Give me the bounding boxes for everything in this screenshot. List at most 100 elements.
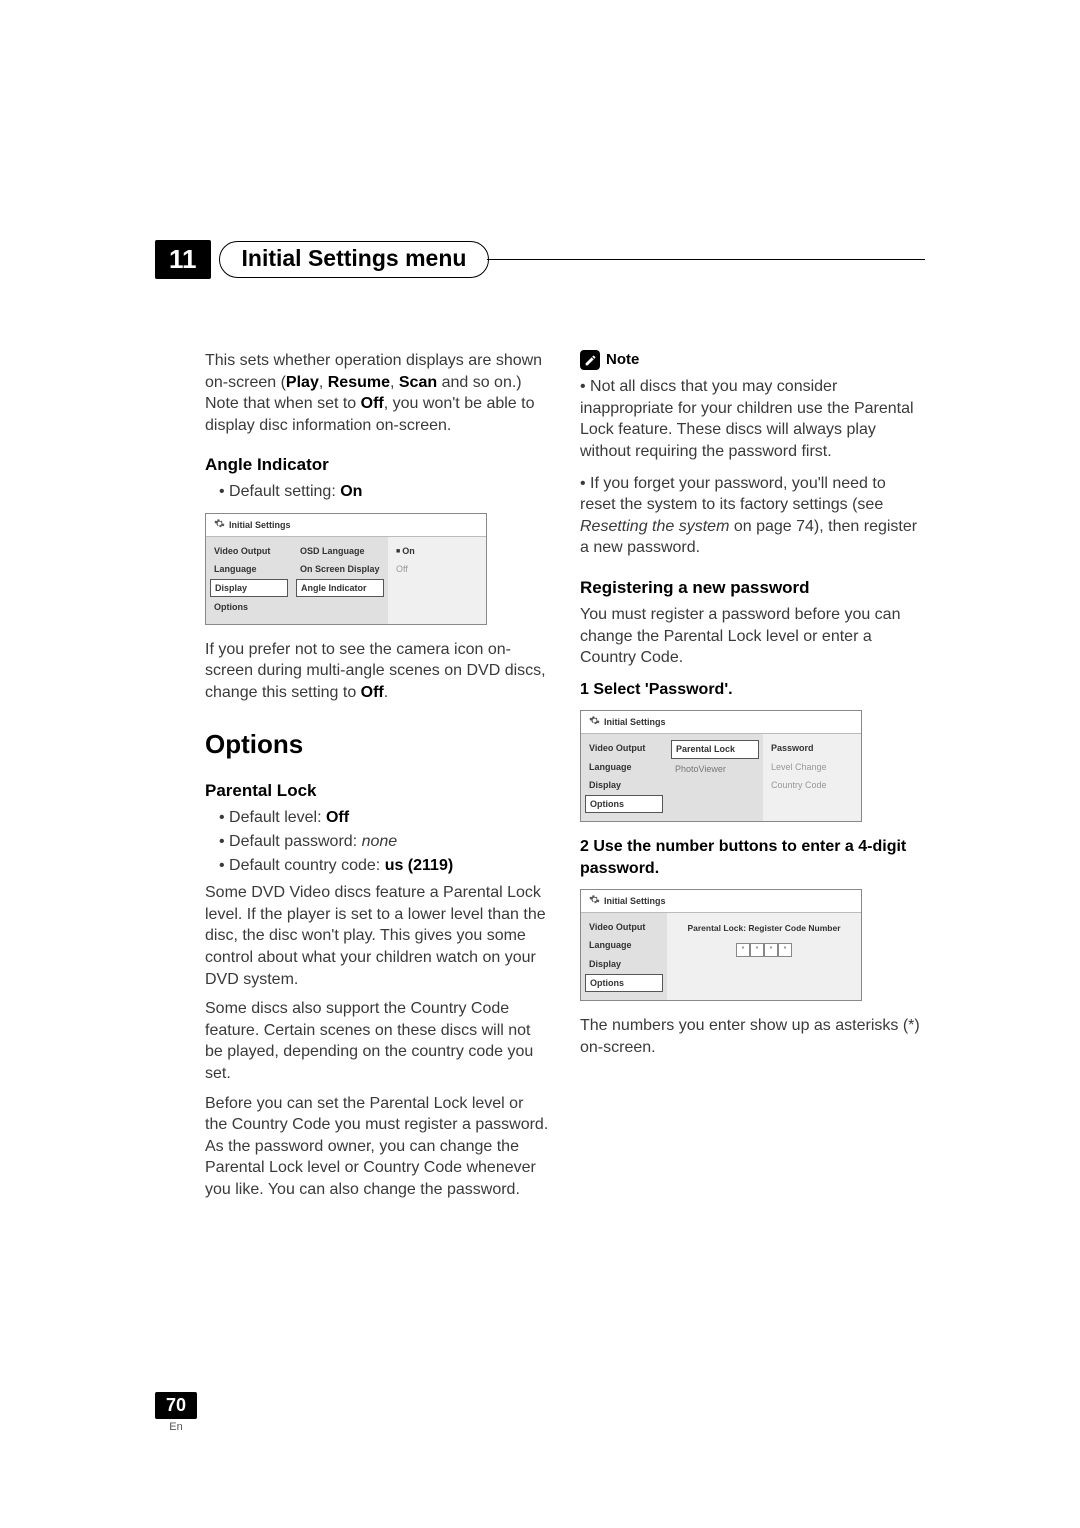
parental-p2: Some discs also support the Country Code… [205,998,550,1084]
osd-value: Password [767,740,857,756]
text-bold: us (2119) [385,857,453,874]
bullet-list: Default setting: On [219,481,550,503]
text-italic: none [362,833,398,850]
osd-nav-item: Language [585,937,663,953]
text-italic: Resetting the system [580,518,729,535]
osd-sub-item: PhotoViewer [671,761,759,777]
text-bold: Play [286,374,319,391]
osd-nav-item: Language [585,759,663,775]
note-label: Note [606,350,639,370]
code-digit: * [764,943,778,957]
osd-nav-item-selected: Options [585,974,663,992]
osd-val-col: Password Level Change Country Code [763,734,861,821]
manual-page: 11 Initial Settings menu This sets wheth… [0,0,1080,1528]
reg-intro: You must register a password before you … [580,604,925,669]
registering-password-heading: Registering a new password [580,577,925,600]
osd-nav-item: Options [210,599,288,615]
chapter-header: 11 Initial Settings menu [155,240,925,279]
osd-screenshot-code-entry: Initial Settings Video Output Language D… [580,889,862,1001]
step-1: 1 Select 'Password'. [580,679,925,701]
osd-nav-col: Video Output Language Display Options [581,734,667,821]
note-list: Not all discs that you may consider inap… [580,376,925,559]
osd-header: Initial Settings [581,890,861,913]
osd-screenshot-password: Initial Settings Video Output Language D… [580,710,862,822]
osd-value: Level Change [767,759,857,775]
osd-body: Video Output Language Display Options Pa… [581,734,861,821]
osd-nav-item: Video Output [210,543,288,559]
osd-title: Initial Settings [604,895,666,907]
osd-nav-col: Video Output Language Display Options [581,913,667,1000]
step-2: 2 Use the number buttons to enter a 4-di… [580,836,925,879]
osd-screenshot-angle: Initial Settings Video Output Language D… [205,513,487,625]
left-column: This sets whether operation displays are… [205,350,550,1209]
osd-right-title: Parental Lock: Register Code Number [687,923,840,934]
text: , [390,374,399,391]
header-rule [487,259,925,261]
osd-nav-item-selected: Display [210,579,288,597]
osd-nav-col: Video Output Language Display Options [206,537,292,624]
gear-icon [214,518,225,532]
osd-body: Video Output Language Display Options OS… [206,537,486,624]
code-digit: * [736,943,750,957]
list-item: Default level: Off [219,807,550,829]
text: Default password: [229,833,362,850]
osd-right-pane: Parental Lock: Register Code Number * * … [667,913,861,1000]
osd-title: Initial Settings [604,716,666,728]
text: Default country code: [229,857,385,874]
osd-nav-item: Language [210,561,288,577]
text-bold: Scan [399,374,437,391]
osd-nav-item: Video Output [585,919,663,935]
osd-nav-item: Video Output [585,740,663,756]
text-bold: On [340,483,362,500]
note-header: Note [580,350,925,370]
osd-val-col: ■On Off [388,537,486,624]
angle-indicator-heading: Angle Indicator [205,454,550,477]
note-item: If you forget your password, you'll need… [580,473,925,559]
osd-header: Initial Settings [581,711,861,734]
osd-body: Video Output Language Display Options Pa… [581,913,861,1000]
bullet-list: Default level: Off Default password: non… [219,807,550,876]
content-columns: This sets whether operation displays are… [205,350,925,1209]
gear-icon [589,894,600,908]
osd-sub-item: On Screen Display [296,561,384,577]
osd-nav-item-selected: Options [585,795,663,813]
list-item: Default country code: us (2119) [219,855,550,877]
closing-paragraph: The numbers you enter show up as asteris… [580,1015,925,1058]
page-language: En [155,1421,197,1433]
osd-nav-item: Display [585,777,663,793]
osd-nav-item: Display [585,956,663,972]
list-item: Default password: none [219,831,550,853]
osd-sub-item-selected: Parental Lock [671,740,759,758]
page-number: 70 [155,1392,197,1419]
osd-sub-item: OSD Language [296,543,384,559]
osd-sub-col: Parental Lock PhotoViewer [667,734,763,821]
osd-sub-item-selected: Angle Indicator [296,579,384,597]
osd-value: Country Code [767,777,857,793]
osd-title: Initial Settings [229,519,291,531]
osd-sub-col: OSD Language On Screen Display Angle Ind… [292,537,388,624]
text-bold: Off [361,684,384,701]
chapter-number-badge: 11 [155,240,211,279]
intro-paragraph: This sets whether operation displays are… [205,350,550,436]
osd-value: Off [392,561,482,577]
osd-header: Initial Settings [206,514,486,537]
note-item: Not all discs that you may consider inap… [580,376,925,462]
page-footer: 70 En [155,1392,197,1433]
text: . [384,684,388,701]
parental-p1: Some DVD Video discs feature a Parental … [205,882,550,990]
right-column: Note Not all discs that you may consider… [580,350,925,1209]
code-digit: * [750,943,764,957]
options-heading: Options [205,727,550,762]
text-bold: Resume [328,374,390,391]
osd-value: ■On [392,543,482,559]
parental-p3: Before you can set the Parental Lock lev… [205,1093,550,1201]
text-bold: Off [326,809,349,826]
code-digit: * [778,943,792,957]
list-item: Default setting: On [219,481,550,503]
text: If you forget your password, you'll need… [580,475,886,514]
chapter-title-pill: Initial Settings menu [219,241,490,278]
chapter-title: Initial Settings menu [242,245,467,271]
text: Default level: [229,809,326,826]
text-bold: Off [361,395,384,412]
text: Default setting: [229,483,340,500]
